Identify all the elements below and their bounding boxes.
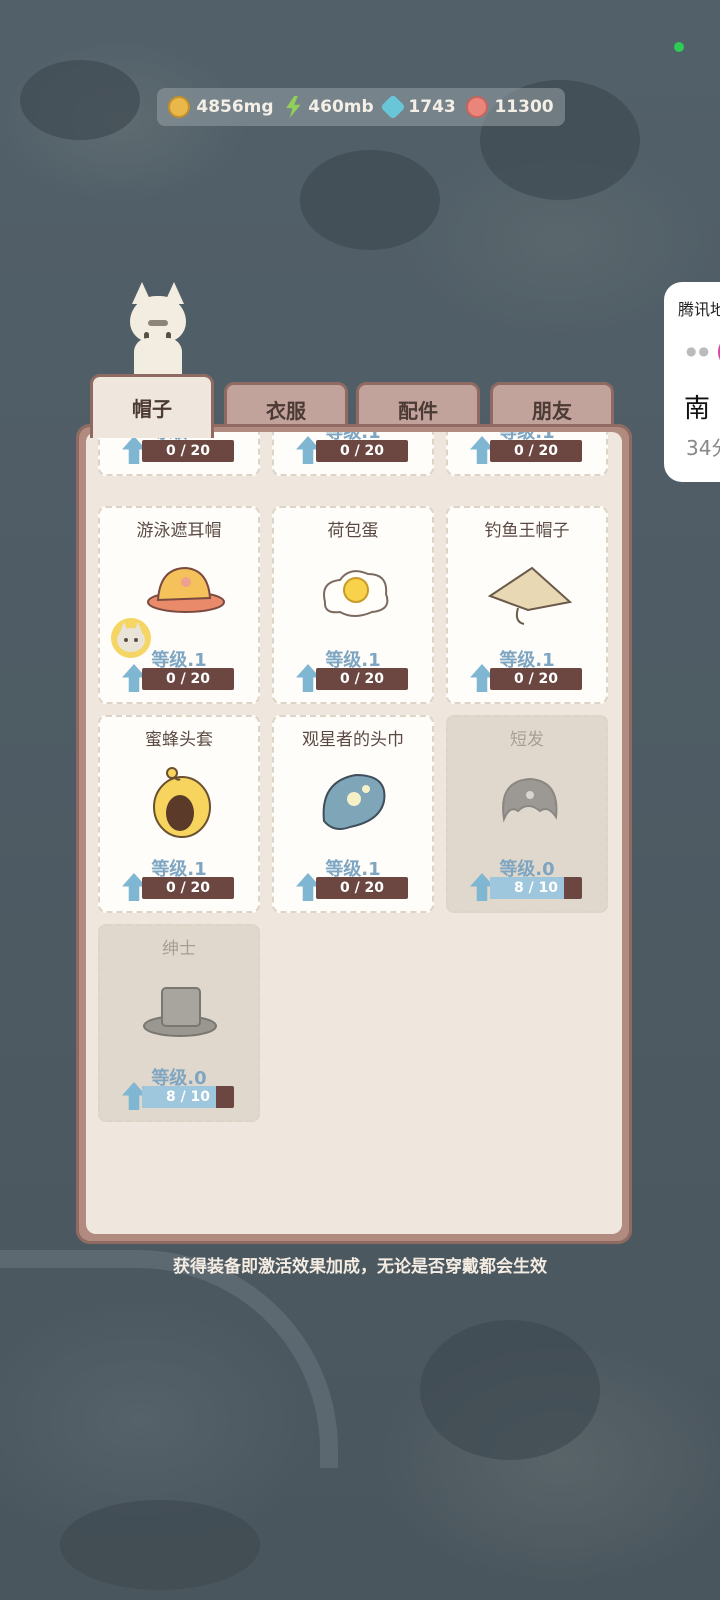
tab-hats[interactable]: 帽子 <box>90 374 214 438</box>
cat-character <box>130 282 186 382</box>
item-card-swim-cap[interactable]: 游泳遮耳帽 等级.1 0 / 20 <box>98 506 260 704</box>
resource-shell[interactable]: 11300 <box>466 96 554 118</box>
progress-bar: 8 / 10 <box>490 877 582 899</box>
item-name: 绅士 <box>162 939 196 959</box>
progress-bar: 0 / 20 <box>316 668 408 690</box>
notification-title: 南 <box>684 394 711 424</box>
item-card-short-hair[interactable]: 短发 等级.0 8 / 10 <box>446 715 608 913</box>
resource-bar: 4856mg 460mb 1743 11300 <box>157 88 565 126</box>
item-card-fried-egg[interactable]: 荷包蛋 等级.1 0 / 20 <box>272 506 434 704</box>
item-name: 游泳遮耳帽 <box>136 521 222 541</box>
progress-bar: 0 / 20 <box>316 440 408 462</box>
stargazer-bandana-icon <box>322 773 386 830</box>
item-card[interactable]: 等级.1 0 / 20 <box>98 432 260 476</box>
item-name: 蜜蜂头套 <box>145 730 213 750</box>
progress-bar: 0 / 20 <box>142 877 234 899</box>
equipment-footnote: 获得装备即激活效果加成，无论是否穿戴都会生效 <box>173 1257 547 1277</box>
progress-text: 0 / 20 <box>339 671 385 687</box>
item-card-gentleman[interactable]: 绅士 等级.0 8 / 10 <box>98 924 260 1122</box>
short-hair-icon <box>502 777 558 823</box>
resource-value: 460mb <box>308 97 374 117</box>
progress-text: 0 / 20 <box>165 671 211 687</box>
bee-hood-icon <box>153 767 211 838</box>
progress-text: 0 / 20 <box>339 443 385 459</box>
notification-source: 腾讯地 <box>678 300 720 319</box>
fried-egg-icon <box>323 570 389 617</box>
item-name: 短发 <box>510 730 544 750</box>
progress-text: 8 / 10 <box>513 880 559 896</box>
top-hat-icon <box>143 987 217 1037</box>
item-card[interactable]: 等级.1 0 / 20 <box>272 432 434 476</box>
gem-icon <box>380 94 407 120</box>
progress-text: 0 / 20 <box>513 443 559 459</box>
progress-bar: 8 / 10 <box>142 1086 234 1108</box>
progress-bar: 0 / 20 <box>490 668 582 690</box>
resource-value: 1743 <box>408 97 456 117</box>
progress-text: 0 / 20 <box>165 880 211 896</box>
progress-text: 8 / 10 <box>165 1089 211 1105</box>
item-card-fishing-hat[interactable]: 钓鱼王帽子 等级.1 0 / 20 <box>446 506 608 704</box>
status-indicator <box>674 42 684 52</box>
resource-value: 11300 <box>494 97 554 117</box>
resource-value: 4856mg <box>196 97 274 117</box>
notification-popup[interactable]: 腾讯地 ●● 南 34分 <box>664 282 720 482</box>
item-name: 荷包蛋 <box>327 521 379 541</box>
item-name: 钓鱼王帽子 <box>484 521 570 541</box>
resource-gem[interactable]: 1743 <box>380 94 456 120</box>
progress-bar: 0 / 20 <box>316 877 408 899</box>
progress-bar: 0 / 20 <box>142 440 234 462</box>
coin-icon <box>168 96 191 118</box>
shell-icon <box>466 96 489 118</box>
progress-text: 0 / 20 <box>339 880 385 896</box>
resource-energy[interactable]: 460mb <box>284 96 374 118</box>
progress-bar: 0 / 20 <box>490 440 582 462</box>
inventory-panel: 等级.1 0 / 20 等级.1 0 / 20 等级.1 0 / 20 游泳遮耳… <box>76 424 632 1244</box>
item-scroll-area[interactable]: 等级.1 0 / 20 等级.1 0 / 20 等级.1 0 / 20 游泳遮耳… <box>86 432 622 1234</box>
lightning-icon <box>286 96 301 118</box>
notification-dots: ●● <box>686 344 711 358</box>
resource-coin[interactable]: 4856mg <box>168 96 274 118</box>
straw-hat-icon <box>487 566 573 625</box>
progress-text: 0 / 20 <box>165 443 211 459</box>
item-name: 观星者的头巾 <box>302 730 404 750</box>
notification-subtitle: 34分 <box>686 436 720 460</box>
progress-text: 0 / 20 <box>513 671 559 687</box>
item-card-bee-hood[interactable]: 蜜蜂头套 等级.1 0 / 20 <box>98 715 260 913</box>
item-card-stargazer-bandana[interactable]: 观星者的头巾 等级.1 0 / 20 <box>272 715 434 913</box>
item-card[interactable]: 等级.1 0 / 20 <box>446 432 608 476</box>
progress-bar: 0 / 20 <box>142 668 234 690</box>
